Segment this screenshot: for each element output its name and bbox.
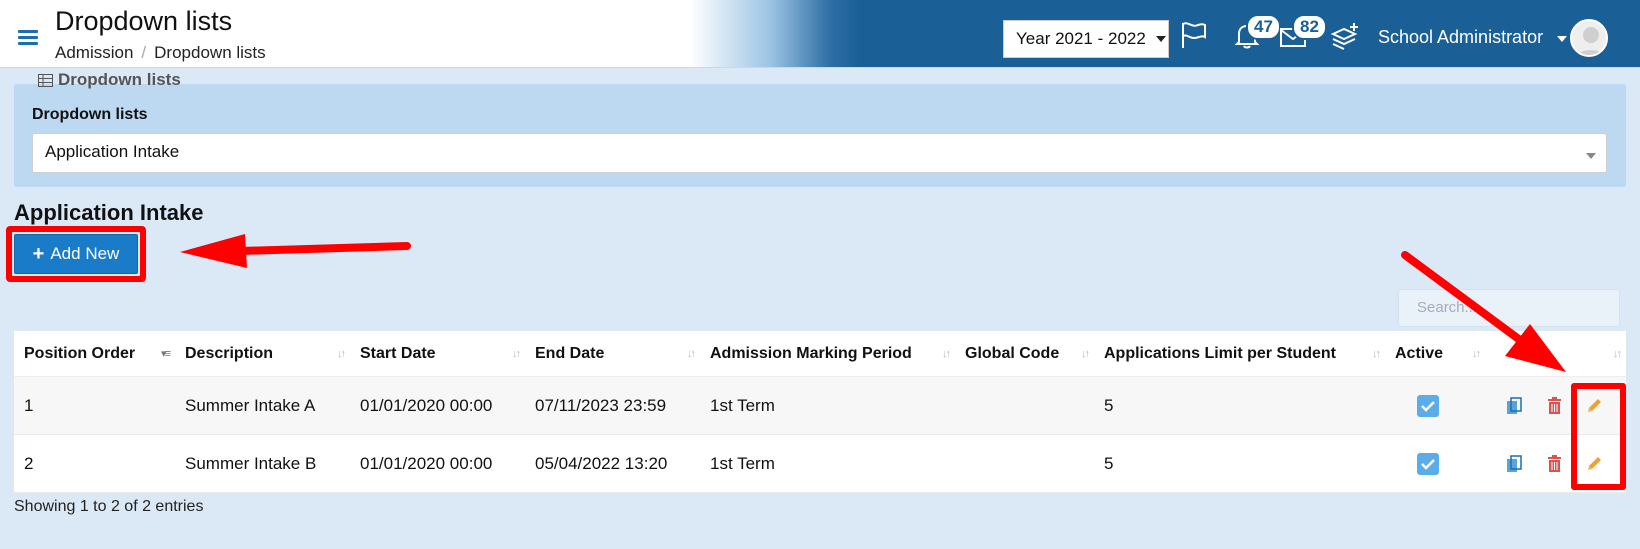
cell-marking-period: 1st Term <box>710 395 775 415</box>
sort-icon: ↓↑ <box>337 347 346 360</box>
notifications-badge: 47 <box>1246 14 1281 40</box>
trash-icon[interactable] <box>1545 397 1563 415</box>
sort-icon: ↓↑ <box>1081 347 1090 360</box>
column-header[interactable]: End Date ↓↑ <box>525 331 700 376</box>
sort-icon: ↓↑ <box>1472 347 1481 360</box>
table-icon <box>38 73 53 87</box>
copy-icon[interactable] <box>1505 454 1523 473</box>
column-header[interactable]: Global Code ↓↑ <box>955 331 1094 376</box>
cell-global-code <box>955 377 1094 434</box>
section-title: Application Intake <box>14 200 204 225</box>
table-row: 1 Summer Intake A 01/01/2020 00:00 07/11… <box>14 377 1626 435</box>
breadcrumb-separator: / <box>141 43 147 62</box>
bell-icon[interactable]: 47 <box>1232 14 1281 50</box>
copy-icon[interactable] <box>1505 396 1523 415</box>
column-header[interactable]: Position Order ▾≡ <box>14 331 175 376</box>
sort-icon: ↓↑ <box>942 347 951 360</box>
panel-legend: Dropdown lists <box>38 70 181 90</box>
page-title: Dropdown lists <box>55 6 233 36</box>
dropdown-lists-label: Dropdown lists <box>32 106 148 123</box>
year-selector-label: Year 2021 - 2022 <box>1016 29 1146 48</box>
search-input[interactable]: Search... <box>1398 289 1620 327</box>
plus-icon: + <box>32 242 45 265</box>
breadcrumb: Admission / Dropdown lists <box>55 43 266 63</box>
check-icon <box>1421 400 1435 412</box>
cell-end-date: 07/11/2023 23:59 <box>535 395 667 415</box>
active-checkbox[interactable] <box>1417 452 1439 475</box>
cell-active <box>1385 377 1485 434</box>
cell-position-order: 2 <box>24 453 34 473</box>
column-header[interactable]: Admission Marking Period ↓↑ <box>700 331 955 376</box>
messages-badge: 82 <box>1292 14 1327 40</box>
panel-legend-text: Dropdown lists <box>58 70 181 89</box>
active-checkbox[interactable] <box>1417 394 1439 417</box>
add-new-button[interactable]: + Add New <box>14 234 138 274</box>
avatar[interactable] <box>1570 19 1608 57</box>
arrow-to-add-button <box>180 234 411 268</box>
cell-description: Summer Intake A <box>185 395 316 415</box>
sort-icon: ▾≡ <box>161 348 171 360</box>
cell-start-date: 01/01/2020 00:00 <box>360 453 493 473</box>
dropdown-lists-select[interactable]: Application Intake <box>32 133 1607 173</box>
cell-position-order: 1 <box>24 395 34 415</box>
cell-end-date: 05/04/2022 13:20 <box>535 453 668 473</box>
table-header: Position Order ▾≡ Description ↓↑ Start Dat… <box>14 331 1626 377</box>
cell-active <box>1385 435 1485 492</box>
check-icon <box>1421 458 1435 470</box>
column-header[interactable]: Start Date ↓↑ <box>350 331 525 376</box>
cell-limit: 5 <box>1104 395 1114 415</box>
dropdown-lists-selected-value: Application Intake <box>45 142 180 161</box>
cell-limit: 5 <box>1104 453 1114 473</box>
chevron-down-icon <box>1586 153 1596 159</box>
data-table: Position Order ▾≡ Description ↓↑ Start Dat… <box>14 331 1626 493</box>
column-header[interactable]: Applications Limit per Student ↓↑ <box>1094 331 1385 376</box>
table-info: Showing 1 to 2 of 2 entries <box>14 498 204 515</box>
top-header: Dropdown lists Admission / Dropdown list… <box>0 0 1640 68</box>
table-row: 2 Summer Intake B 01/01/2020 00:00 05/04… <box>14 435 1626 493</box>
cell-global-code <box>955 435 1094 492</box>
menu-icon[interactable] <box>18 30 38 46</box>
add-new-label: Add New <box>50 244 120 263</box>
user-menu[interactable]: School Administrator <box>1378 27 1543 48</box>
sort-icon: ↓↑ <box>1613 347 1622 360</box>
cell-description: Summer Intake B <box>185 453 317 473</box>
chevron-down-icon <box>1155 36 1166 42</box>
sort-icon: ↓↑ <box>687 347 696 360</box>
sort-icon: ↓↑ <box>512 347 521 360</box>
breadcrumb-admission[interactable]: Admission <box>55 43 133 63</box>
cell-marking-period: 1st Term <box>710 453 775 473</box>
column-header[interactable]: Active ↓↑ <box>1385 331 1485 376</box>
user-chevron-down-icon[interactable] <box>1557 36 1567 42</box>
envelope-icon[interactable]: 82 <box>1278 14 1327 50</box>
layers-add-icon[interactable] <box>1330 20 1360 50</box>
column-header[interactable]: Description ↓↑ <box>175 331 350 376</box>
breadcrumb-dropdown-lists: Dropdown lists <box>154 43 266 62</box>
year-selector[interactable]: Year 2021 - 2022 <box>1003 20 1169 58</box>
flag-icon[interactable] <box>1178 20 1208 50</box>
trash-icon[interactable] <box>1545 455 1563 473</box>
column-header[interactable]: ↓↑ <box>1485 331 1626 376</box>
sort-icon: ↓↑ <box>1372 347 1381 360</box>
highlight-box <box>1571 383 1626 490</box>
cell-start-date: 01/01/2020 00:00 <box>360 395 493 415</box>
